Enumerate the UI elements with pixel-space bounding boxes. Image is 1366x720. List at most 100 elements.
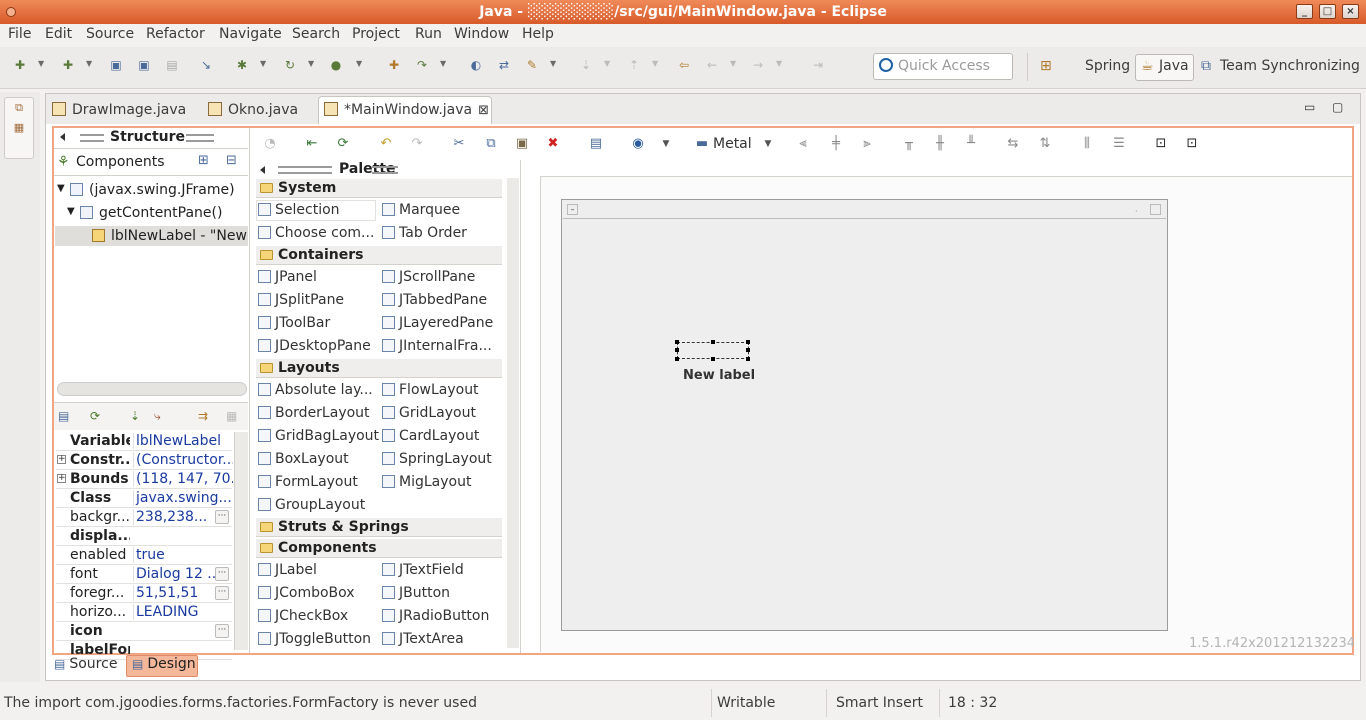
- palette-item[interactable]: GroupLayout: [258, 497, 365, 513]
- chevron-down-icon[interactable]: ▼: [86, 59, 92, 68]
- palette-item[interactable]: Choose com...: [258, 225, 374, 241]
- print-icon[interactable]: ▤: [164, 57, 180, 73]
- menu-run[interactable]: Run: [415, 26, 442, 42]
- tree-expand-icon[interactable]: ▼: [67, 206, 75, 217]
- chevron-down-icon[interactable]: ▼: [308, 59, 314, 68]
- search-tool-icon[interactable]: ✎: [524, 57, 540, 73]
- chevron-down-icon[interactable]: ▼: [658, 136, 674, 152]
- palette-item[interactable]: JButton: [382, 585, 450, 601]
- align-left-icon[interactable]: ⫷: [795, 136, 811, 152]
- palette-item[interactable]: BorderLayout: [258, 405, 370, 421]
- resize-handle[interactable]: [746, 340, 750, 344]
- palette-item[interactable]: JSplitPane: [258, 292, 344, 308]
- forward-icon[interactable]: →: [750, 57, 766, 73]
- palette-item[interactable]: Tab Order: [382, 225, 467, 241]
- palette-item[interactable]: JLayeredPane: [382, 315, 493, 331]
- cut-icon[interactable]: ✂: [451, 136, 467, 152]
- palette-category-components[interactable]: Components: [256, 539, 502, 558]
- resize-handle[interactable]: [675, 340, 679, 344]
- tree-item-jframe[interactable]: (javax.swing.JFrame): [70, 182, 235, 198]
- convert-local-icon[interactable]: ⇣: [130, 409, 140, 423]
- palette-item[interactable]: Marquee: [382, 202, 460, 218]
- collapse-structure-icon[interactable]: [60, 133, 65, 141]
- chevron-down-icon[interactable]: ▼: [760, 136, 776, 152]
- resize-handle[interactable]: [746, 357, 750, 361]
- redo-icon[interactable]: ↷: [409, 136, 425, 152]
- copy-icon[interactable]: ⧉: [483, 136, 499, 152]
- open-task-icon[interactable]: ⇄: [496, 57, 512, 73]
- palette-item[interactable]: JToggleButton: [258, 631, 371, 647]
- palette-item[interactable]: JTabbedPane: [382, 292, 487, 308]
- refresh-icon[interactable]: ⟳: [335, 136, 351, 152]
- palette-item[interactable]: JComboBox: [258, 585, 355, 601]
- palette-item[interactable]: JPanel: [258, 269, 317, 285]
- menu-navigate[interactable]: Navigate: [219, 26, 282, 42]
- property-value[interactable]: LEADING: [133, 604, 233, 620]
- align-middle-icon[interactable]: ╫: [932, 136, 948, 152]
- palette-scrollbar[interactable]: [507, 178, 519, 648]
- property-row[interactable]: foregr... 51,51,51 ···: [56, 584, 232, 603]
- chevron-down-icon[interactable]: ▼: [440, 59, 446, 68]
- palette-category-containers[interactable]: Containers: [256, 246, 502, 265]
- test-gui-icon[interactable]: ◔: [262, 136, 278, 152]
- resize-handle[interactable]: [746, 348, 750, 352]
- property-row[interactable]: + Constr... (Constructor...: [56, 451, 233, 470]
- palette-item[interactable]: FormLayout: [258, 474, 358, 490]
- palette-category-layouts[interactable]: Layouts: [256, 359, 502, 378]
- new-wizard-icon[interactable]: ✚: [12, 57, 28, 73]
- menu-refactor[interactable]: Refactor: [146, 26, 205, 42]
- property-value[interactable]: (118, 147, 70...: [133, 471, 233, 487]
- save-icon[interactable]: ▣: [108, 57, 124, 73]
- palette-item[interactable]: JToolBar: [258, 315, 330, 331]
- palette-item[interactable]: JTextField: [382, 562, 464, 578]
- property-edit-button[interactable]: ···: [215, 510, 229, 524]
- property-value[interactable]: javax.swing....: [133, 490, 233, 506]
- palette-item[interactable]: FlowLayout: [382, 382, 479, 398]
- maximize-editor-icon[interactable]: ▢: [1332, 100, 1343, 114]
- new-java-icon[interactable]: ✚: [60, 57, 76, 73]
- close-button[interactable]: ×: [1342, 4, 1359, 19]
- palette-category-struts[interactable]: Struts & Springs: [256, 518, 502, 537]
- tree-expand-icon[interactable]: ▼: [57, 183, 65, 194]
- property-row[interactable]: Class javax.swing....: [56, 489, 233, 508]
- expand-property-icon[interactable]: +: [57, 455, 66, 464]
- palette-item[interactable]: JRadioButton: [382, 608, 489, 624]
- chevron-down-icon[interactable]: ▼: [356, 59, 362, 68]
- collapse-palette-icon[interactable]: [260, 166, 265, 174]
- source-tab[interactable]: ▤ Source: [54, 656, 117, 677]
- menu-source[interactable]: Source: [86, 26, 134, 42]
- chevron-down-icon[interactable]: ▼: [550, 59, 556, 68]
- property-row[interactable]: icon ···: [56, 622, 232, 641]
- collapse-all-icon[interactable]: ⊟: [226, 153, 237, 168]
- undo-icon[interactable]: ↶: [378, 136, 394, 152]
- property-row[interactable]: Variable lblNewLabel: [56, 432, 232, 451]
- open-perspective-icon[interactable]: ⊞: [1040, 58, 1052, 74]
- chevron-down-icon[interactable]: ▼: [730, 59, 736, 68]
- perspective-java[interactable]: Java: [1159, 58, 1189, 74]
- tree-item-contentpane[interactable]: getContentPane(): [80, 205, 222, 221]
- menu-project[interactable]: Project: [352, 26, 400, 42]
- replicate-height-icon[interactable]: ⊡: [1184, 136, 1200, 152]
- perspective-team-synchronizing[interactable]: Team Synchronizing: [1220, 58, 1360, 74]
- property-row[interactable]: backgr... 238,238... ···: [56, 508, 232, 527]
- quick-access-input[interactable]: Quick Access: [873, 53, 1013, 80]
- pin-editor-icon[interactable]: ⇥: [810, 57, 826, 73]
- design-tab[interactable]: ▤ Design: [126, 655, 198, 677]
- property-row[interactable]: font Dialog 12 ... ···: [56, 565, 232, 584]
- import-icon[interactable]: ⇤: [304, 136, 320, 152]
- restore-view-stack[interactable]: ⧉ ▦: [4, 97, 34, 159]
- menu-edit[interactable]: Edit: [45, 26, 72, 42]
- palette-item[interactable]: JLabel: [258, 562, 317, 578]
- resize-handle[interactable]: [675, 357, 679, 361]
- palette-item[interactable]: Absolute lay...: [258, 382, 373, 398]
- property-edit-button[interactable]: ···: [215, 586, 229, 600]
- save-all-icon[interactable]: ▣: [136, 57, 152, 73]
- structure-horizontal-scrollbar[interactable]: [57, 382, 247, 396]
- tab-mainwindow-content[interactable]: *MainWindow.java ⊠: [324, 98, 489, 124]
- maximize-button[interactable]: □: [1319, 4, 1336, 19]
- goto-definition-icon[interactable]: ⟳: [90, 409, 100, 423]
- chevron-down-icon[interactable]: ▼: [776, 59, 782, 68]
- properties-scrollbar[interactable]: [234, 432, 248, 650]
- replicate-width-icon[interactable]: ⊡: [1153, 136, 1169, 152]
- resize-handle[interactable]: [675, 348, 679, 352]
